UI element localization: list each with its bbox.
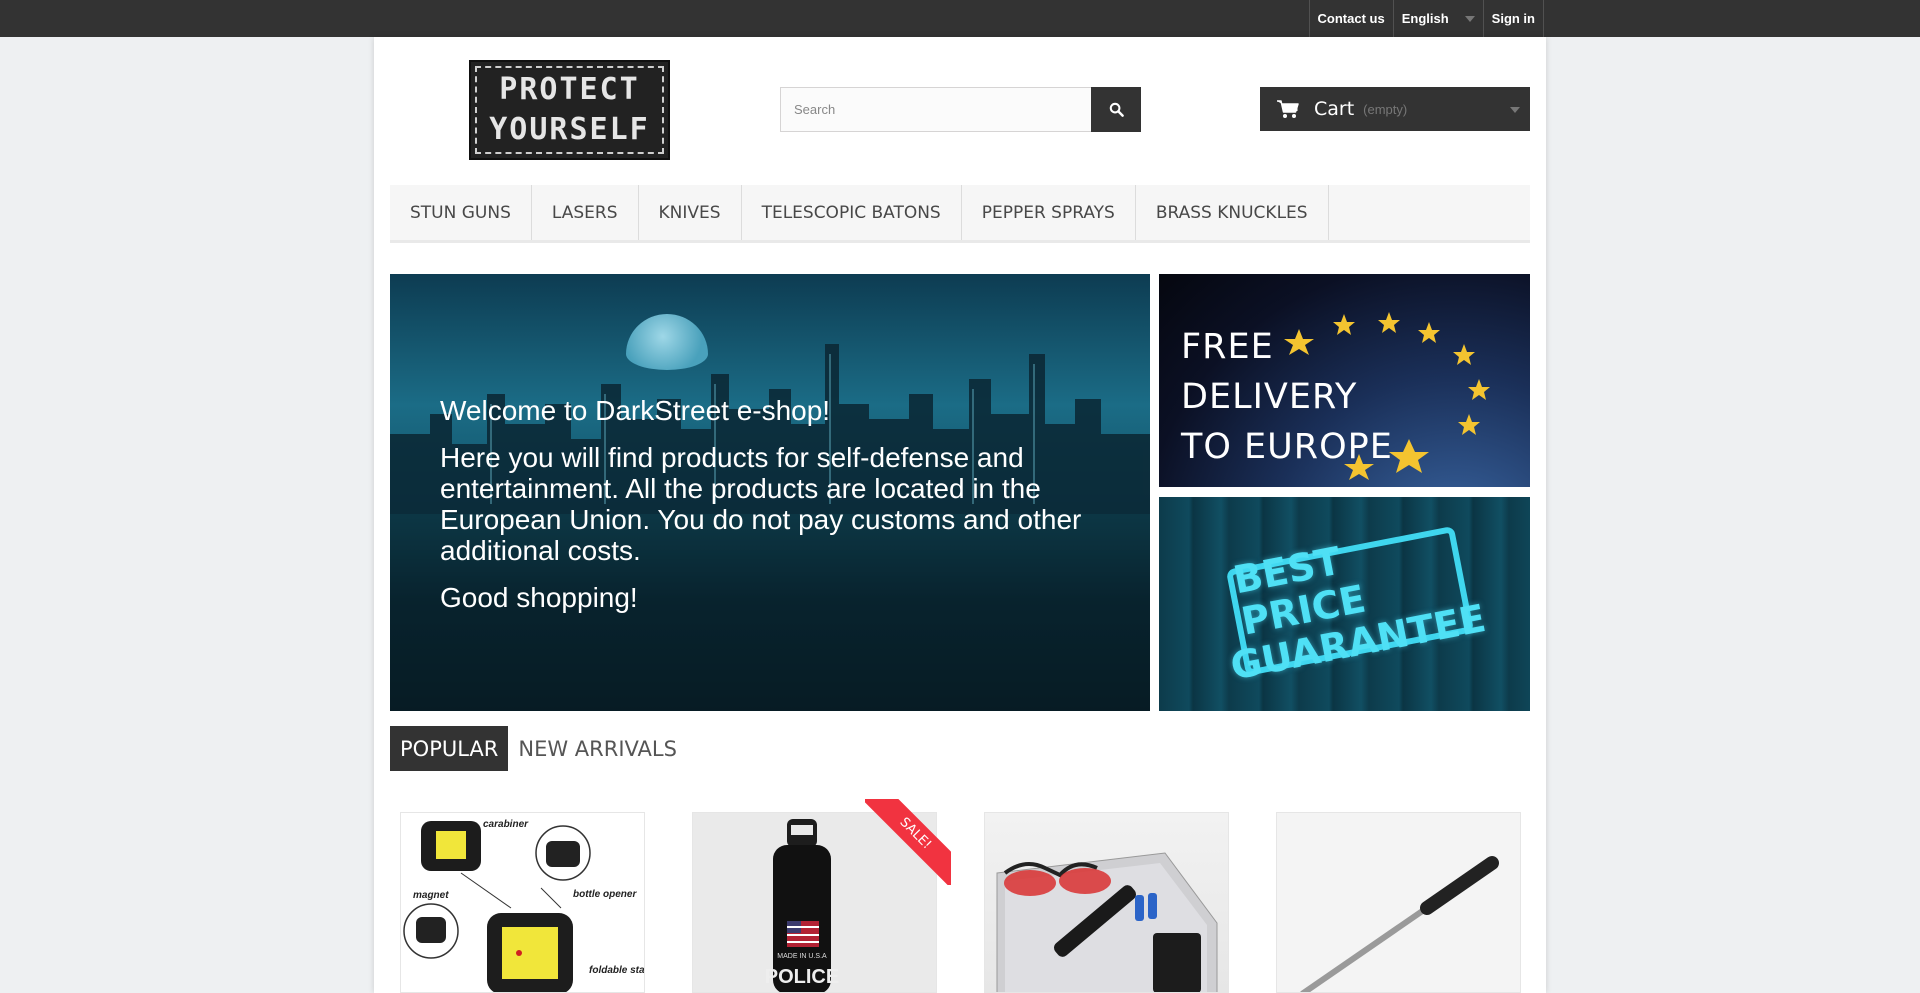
- page-container: PROTECT YOURSELF Cart (empty) STUN GUNS …: [374, 37, 1546, 993]
- language-label: English: [1401, 11, 1449, 26]
- label-foldable-stand: foldable stand: [589, 965, 645, 976]
- hero-slider[interactable]: Welcome to DarkStreet e-shop! Here you w…: [390, 274, 1150, 711]
- best-price-stamp: BEST PRICE GUARANTEE: [1225, 525, 1489, 688]
- label-bottle-opener: bottle opener: [573, 889, 637, 900]
- product-image-laser-kit: [985, 813, 1228, 992]
- top-bar: Contact us English Sign in: [0, 0, 1920, 37]
- hero-body: Here you will find products for self-def…: [440, 442, 1082, 566]
- hero-text: Welcome to DarkStreet e-shop! Here you w…: [440, 394, 1100, 629]
- logo-line-2: YOURSELF: [489, 112, 650, 147]
- sale-label: SALE!: [865, 799, 951, 885]
- hero-closing: Good shopping!: [440, 582, 638, 613]
- cart-status: (empty): [1363, 101, 1408, 117]
- product-tabs: POPULAR NEW ARRIVALS: [390, 726, 687, 771]
- free-delivery-banner[interactable]: FREE DELIVERY TO EUROPE: [1159, 274, 1530, 487]
- search-icon: [1109, 102, 1124, 117]
- product-card[interactable]: carabiner bottle opener magnet foldable …: [400, 812, 645, 993]
- delivery-line-1: FREE: [1181, 327, 1274, 367]
- product-card[interactable]: [984, 812, 1229, 993]
- search-bar: [780, 87, 1141, 132]
- logo[interactable]: PROTECT YOURSELF: [469, 60, 670, 160]
- label-magnet: magnet: [413, 890, 449, 901]
- chevron-down-icon: [1464, 15, 1475, 22]
- label-carabiner: carabiner: [483, 819, 529, 830]
- product-image-keychain-light: carabiner bottle opener magnet foldable …: [401, 813, 644, 992]
- menu-item-telescopic-batons[interactable]: TELESCOPIC BATONS: [742, 185, 962, 240]
- menu-item-knives[interactable]: KNIVES: [639, 185, 742, 240]
- keychain-light-graphic: carabiner bottle opener magnet foldable …: [403, 819, 645, 992]
- tab-popular[interactable]: POPULAR: [390, 726, 509, 771]
- free-delivery-text: FREE DELIVERY TO EUROPE: [1181, 322, 1393, 472]
- cart-icon: [1277, 100, 1299, 118]
- baton-graphic: [1300, 856, 1499, 992]
- made-in-usa-label: MADE IN U.S.A: [777, 953, 827, 960]
- sign-in-link[interactable]: Sign in: [1482, 0, 1544, 37]
- chevron-down-icon: [1510, 107, 1520, 113]
- delivery-line-3: TO EUROPE: [1181, 427, 1393, 467]
- menu-item-stun-guns[interactable]: STUN GUNS: [390, 185, 532, 240]
- hero-title: Welcome to DarkStreet e-shop!: [440, 395, 831, 426]
- police-label: POLICE: [765, 966, 839, 988]
- menu-item-lasers[interactable]: LASERS: [532, 185, 639, 240]
- laser-kit-graphic: [996, 852, 1218, 992]
- search-button[interactable]: [1091, 87, 1141, 132]
- sale-badge: SALE!: [865, 799, 951, 885]
- top-nav: Contact us English Sign in: [1308, 0, 1544, 37]
- language-selector[interactable]: English: [1392, 0, 1483, 37]
- delivery-line-2: DELIVERY: [1181, 377, 1358, 417]
- cart-label: Cart: [1314, 98, 1355, 120]
- product-card[interactable]: [1276, 812, 1521, 993]
- tab-new-arrivals[interactable]: NEW ARRIVALS: [508, 726, 687, 771]
- best-price-banner[interactable]: BEST PRICE GUARANTEE: [1159, 497, 1530, 711]
- product-image-baton: [1277, 813, 1520, 992]
- menu-item-pepper-sprays[interactable]: PEPPER SPRAYS: [962, 185, 1136, 240]
- cart-button[interactable]: Cart (empty): [1260, 87, 1530, 131]
- main-menu: STUN GUNS LASERS KNIVES TELESCOPIC BATON…: [390, 185, 1530, 243]
- logo-line-1: PROTECT: [499, 72, 640, 107]
- menu-item-brass-knuckles[interactable]: BRASS KNUCKLES: [1136, 185, 1329, 240]
- contact-us-link[interactable]: Contact us: [1308, 0, 1393, 37]
- search-input[interactable]: [780, 87, 1091, 132]
